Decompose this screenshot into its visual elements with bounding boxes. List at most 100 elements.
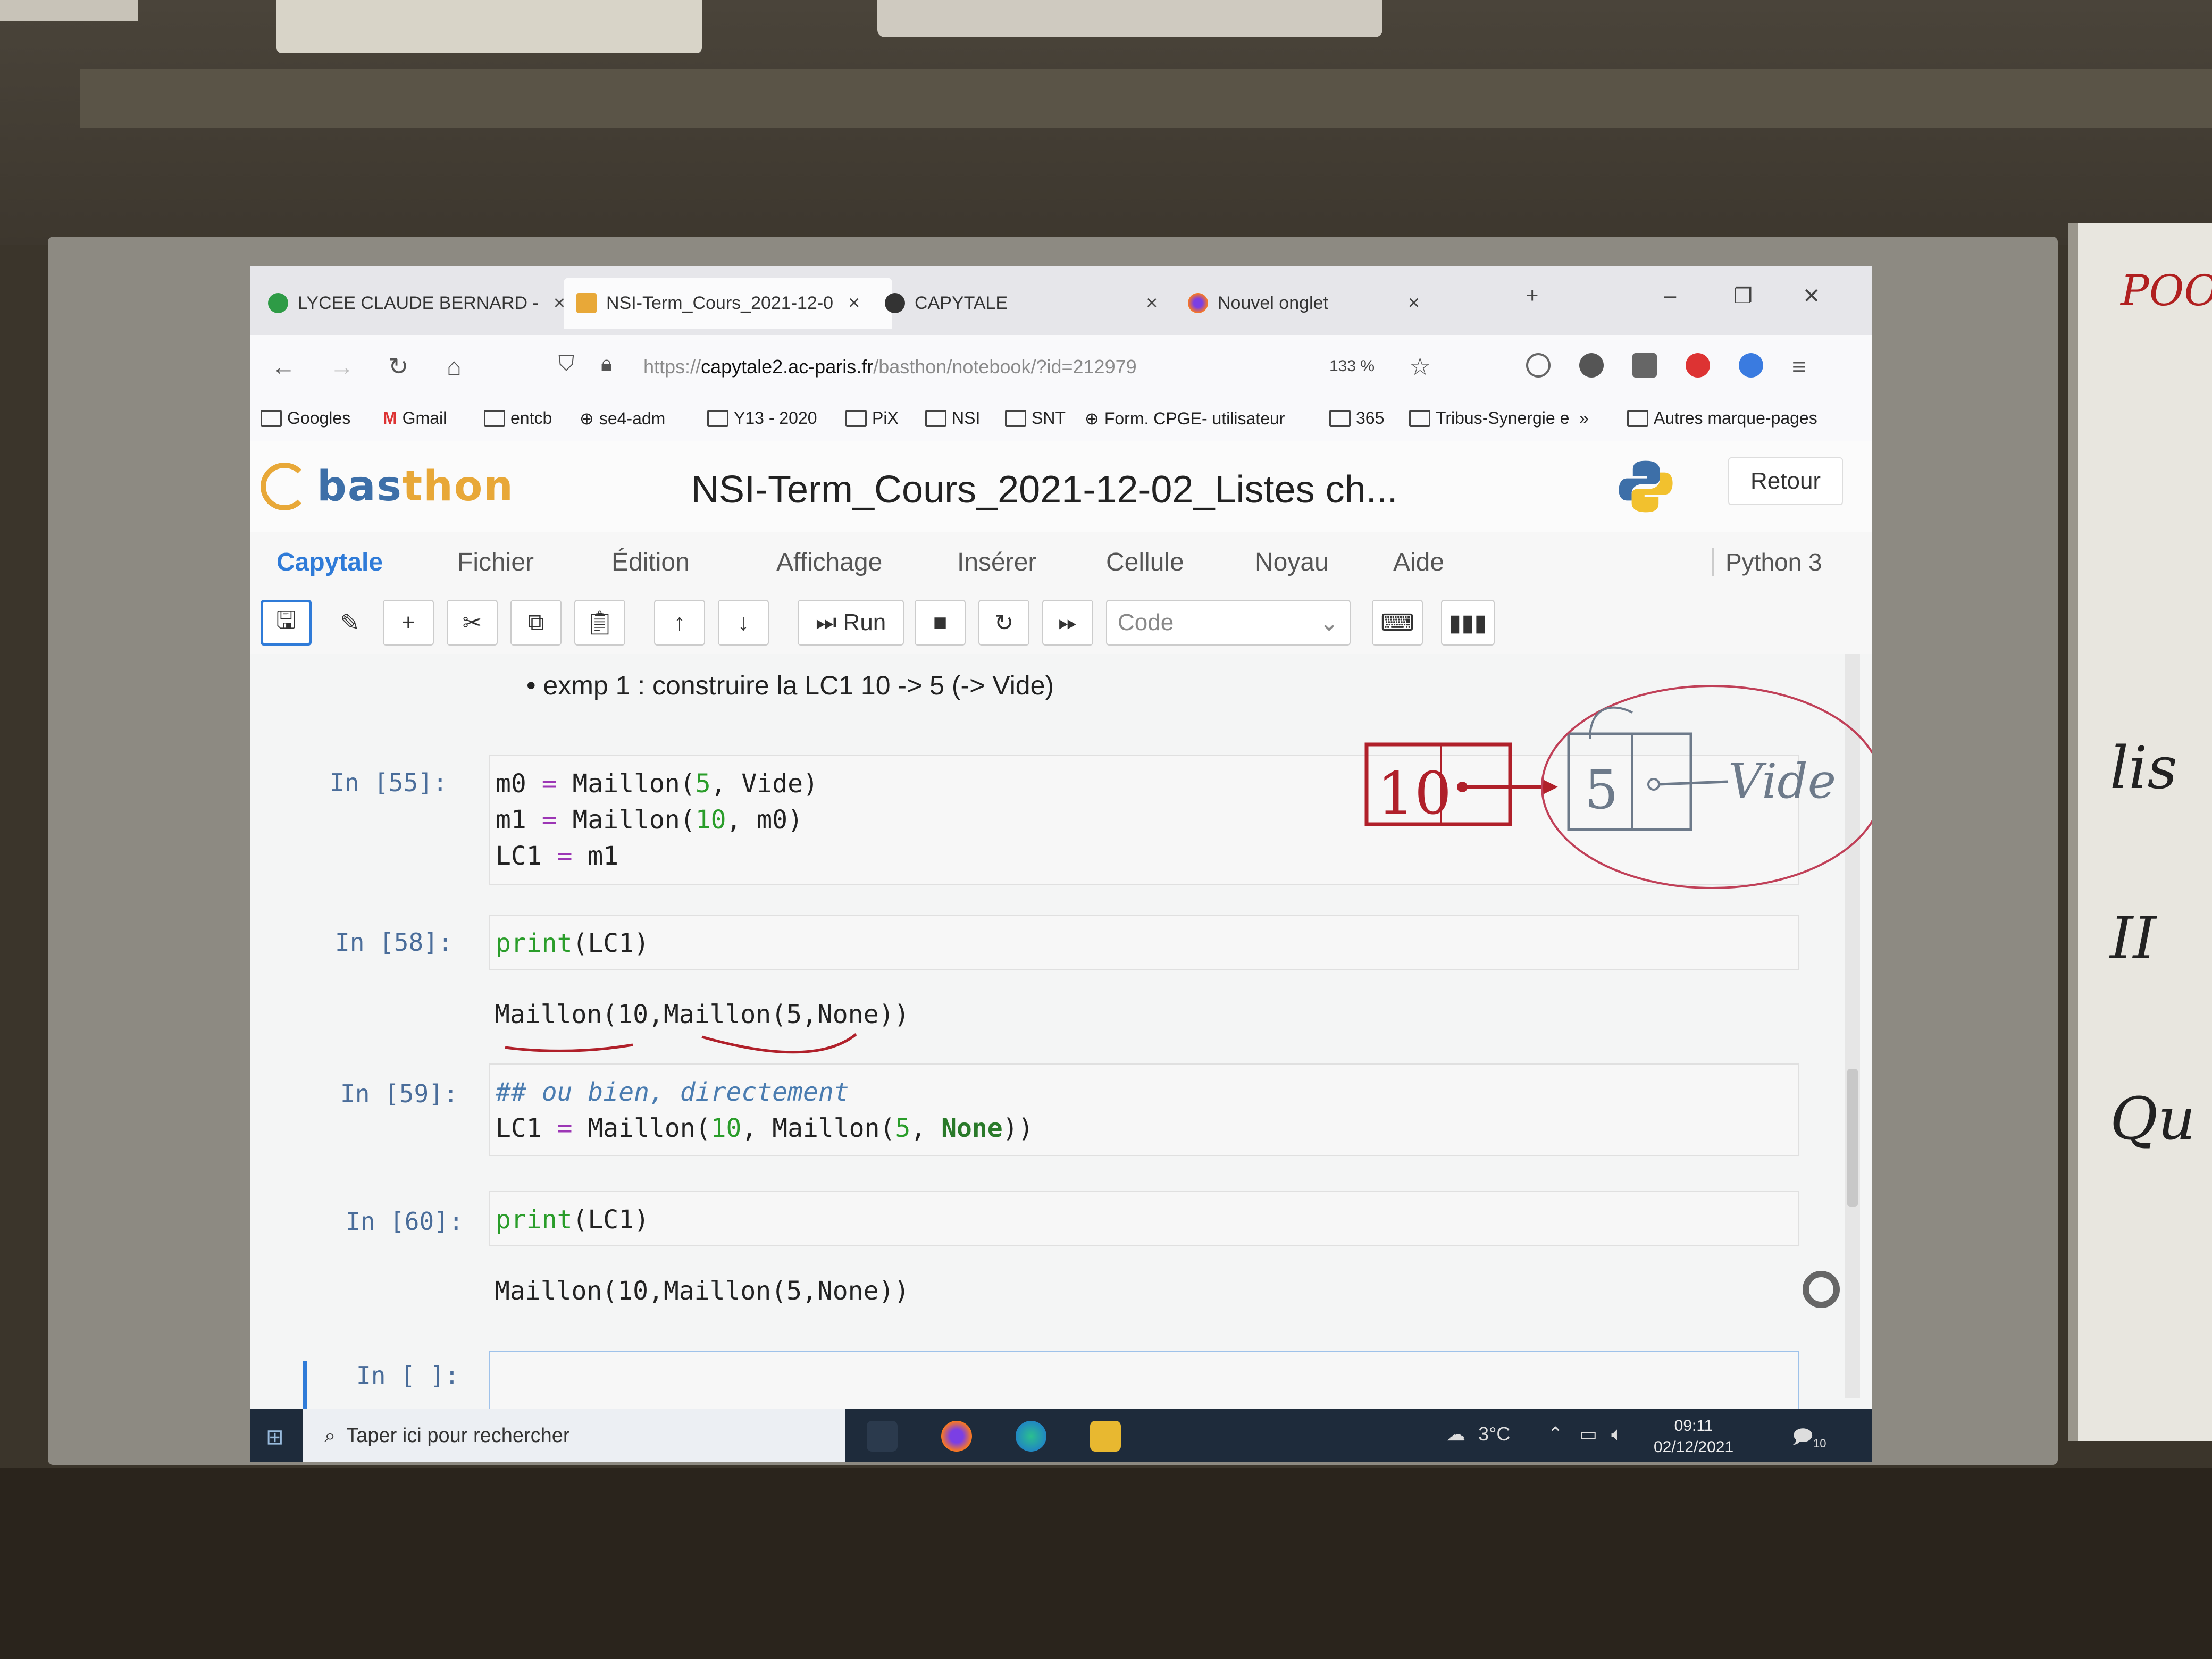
cell-prompt: In [55]:: [330, 768, 448, 797]
copy-button[interactable]: ⧉: [510, 600, 562, 646]
bookmark-365[interactable]: 365: [1329, 408, 1384, 428]
run-button[interactable]: ⏭︎ Run: [798, 600, 904, 646]
menu-capytale[interactable]: Capytale: [276, 548, 383, 577]
chart-button[interactable]: ▮▮▮: [1441, 600, 1495, 646]
keyboard-button[interactable]: ⌨: [1372, 600, 1423, 646]
run-label: Run: [843, 609, 886, 635]
new-tab-button[interactable]: +: [1526, 284, 1538, 308]
code-token: 10: [710, 1113, 742, 1143]
bookmark-pix[interactable]: PiX: [845, 408, 899, 428]
move-up-button[interactable]: ↑: [654, 600, 705, 646]
notifications-icon[interactable]: 🗩︎10: [1792, 1423, 1826, 1455]
code-editor[interactable]: m0 = Maillon(5, Vide) m1 = Maillon(10, m…: [490, 756, 1798, 884]
code-editor[interactable]: print(LC1): [490, 916, 1798, 971]
code-cell-59[interactable]: ## ou bien, directement LC1 = Maillon(10…: [489, 1063, 1799, 1156]
code-editor[interactable]: print(LC1): [490, 1192, 1798, 1247]
fast-forward-icon: ⏩︎: [1058, 609, 1077, 635]
bookmark-snt[interactable]: SNT: [1005, 408, 1066, 428]
menu-inserer[interactable]: Insérer: [957, 548, 1036, 577]
shield-icon[interactable]: ⛉: [558, 352, 574, 376]
menu-fichier[interactable]: Fichier: [457, 548, 534, 577]
code-cell-58[interactable]: print(LC1): [489, 915, 1799, 970]
menu-noyau[interactable]: Noyau: [1255, 548, 1329, 577]
markdown-cell[interactable]: • exmp 1 : construire la LC1 10 -> 5 (->…: [526, 670, 1054, 701]
menu-aide[interactable]: Aide: [1393, 548, 1444, 577]
forward-icon[interactable]: →: [330, 352, 354, 381]
close-tab-icon[interactable]: ×: [1146, 292, 1158, 315]
notebook-title[interactable]: NSI-Term_Cours_2021-12-02_Listes ch...: [691, 468, 1398, 512]
extension-badge-icon[interactable]: [1739, 353, 1763, 378]
bookmarks-overflow-button[interactable]: »: [1579, 408, 1589, 428]
edge-icon[interactable]: [1016, 1421, 1046, 1452]
restore-button[interactable]: ❐: [1733, 284, 1753, 308]
taskbar-search[interactable]: ⌕ Taper ici pour rechercher: [303, 1409, 845, 1462]
code-cell-55[interactable]: m0 = Maillon(5, Vide) m1 = Maillon(10, m…: [489, 755, 1799, 885]
interrupt-button[interactable]: ■: [915, 600, 966, 646]
cut-button[interactable]: ✂: [447, 600, 498, 646]
insert-cell-button[interactable]: +: [383, 600, 434, 646]
menu-cellule[interactable]: Cellule: [1106, 548, 1184, 577]
volume-icon[interactable]: 🔈︎: [1611, 1423, 1623, 1446]
paperclip-icon: ✎: [340, 609, 360, 636]
bookmark-other[interactable]: Autres marque-pages: [1627, 408, 1817, 428]
tab-new[interactable]: Nouvel onglet ×: [1175, 278, 1488, 329]
tab-notebook[interactable]: NSI-Term_Cours_2021-12-0 ×: [564, 278, 892, 329]
menu-hamburger-icon[interactable]: ≡: [1792, 352, 1806, 381]
weather-temp[interactable]: 3°C: [1478, 1423, 1510, 1445]
run-all-button[interactable]: ⏩︎: [1042, 600, 1093, 646]
home-icon[interactable]: ⌂: [447, 352, 462, 381]
bookmark-star-icon[interactable]: ☆: [1409, 352, 1431, 381]
file-explorer-icon[interactable]: [1090, 1421, 1121, 1452]
bookmark-y13[interactable]: Y13 - 2020: [707, 408, 817, 428]
menu-edition[interactable]: Édition: [611, 548, 690, 577]
firefox-icon[interactable]: [941, 1421, 972, 1452]
back-icon[interactable]: ←: [271, 352, 296, 381]
scrollbar[interactable]: [1845, 654, 1860, 1398]
reader-icon[interactable]: [1632, 353, 1657, 378]
close-tab-icon[interactable]: ×: [848, 292, 860, 315]
adblock-icon[interactable]: [1686, 353, 1710, 378]
pocket-icon[interactable]: [1526, 353, 1551, 378]
minimize-button[interactable]: –: [1664, 284, 1676, 308]
reload-icon[interactable]: ↻: [388, 352, 409, 381]
lock-icon[interactable]: 🔒︎: [601, 352, 612, 376]
close-window-button[interactable]: ✕: [1803, 284, 1821, 308]
scrollbar-thumb[interactable]: [1847, 1069, 1858, 1207]
bookmark-googles[interactable]: Googles: [261, 408, 350, 428]
close-tab-icon[interactable]: ×: [1408, 292, 1420, 315]
bookmark-gmail[interactable]: M Gmail: [383, 408, 447, 428]
network-icon[interactable]: ▭: [1579, 1423, 1597, 1445]
windows-start-icon[interactable]: ⊞: [266, 1425, 284, 1449]
paste-button[interactable]: 📋︎: [574, 600, 625, 646]
code-cell-60[interactable]: print(LC1): [489, 1191, 1799, 1246]
move-down-button[interactable]: ↓: [718, 600, 769, 646]
bookmark-se4adm[interactable]: ⊕ se4-adm: [580, 408, 665, 429]
basthon-logo[interactable]: basthon: [261, 463, 514, 510]
globe-icon: ⊕: [580, 409, 594, 428]
tab-lycee[interactable]: LYCEE CLAUDE BERNARD - ×: [255, 278, 579, 329]
menu-affichage[interactable]: Affichage: [776, 548, 882, 577]
weather-icon[interactable]: ☁: [1446, 1423, 1465, 1445]
restart-button[interactable]: ↻: [978, 600, 1029, 646]
zoom-level[interactable]: 133 %: [1329, 357, 1375, 375]
cell-type-select[interactable]: Code ⌄: [1106, 600, 1351, 646]
code-cell-empty[interactable]: [489, 1351, 1799, 1411]
retour-button[interactable]: Retour: [1728, 457, 1844, 505]
save-button[interactable]: 🖫︎: [261, 600, 312, 646]
bookmark-entcb[interactable]: entcb: [484, 408, 552, 428]
extension-icon[interactable]: [1579, 353, 1604, 378]
bookmark-label: Tribus-Synergie e: [1436, 408, 1570, 428]
tray-chevron-icon[interactable]: ⌃: [1547, 1423, 1563, 1445]
task-view-icon[interactable]: [867, 1421, 898, 1452]
attach-button[interactable]: ✎: [324, 600, 375, 646]
help-lifebuoy-icon[interactable]: [1803, 1271, 1840, 1308]
address-bar[interactable]: https://capytale2.ac-paris.fr/basthon/no…: [643, 346, 1313, 388]
ink-stroke: [1589, 706, 1633, 740]
tab-capytale[interactable]: CAPYTALE ×: [872, 278, 1195, 329]
code-editor[interactable]: ## ou bien, directement LC1 = Maillon(10…: [490, 1065, 1798, 1156]
clock[interactable]: 09:11 02/12/2021: [1654, 1415, 1733, 1458]
bookmark-tribus[interactable]: Tribus-Synergie e: [1409, 408, 1569, 428]
bookmark-form-cpge[interactable]: ⊕ Form. CPGE- utilisateur: [1085, 408, 1285, 429]
bookmark-nsi[interactable]: NSI: [925, 408, 980, 428]
cell-output: Maillon(10,Maillon(5,None)): [495, 1276, 910, 1306]
